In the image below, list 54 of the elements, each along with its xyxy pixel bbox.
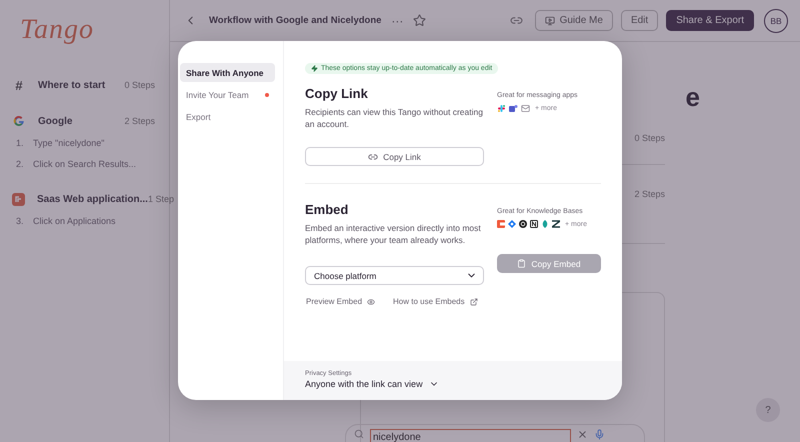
step-label[interactable]: Click on Applications: [33, 216, 116, 226]
section-description: Recipients can view this Tango without creating an account.: [305, 106, 484, 130]
share-export-button[interactable]: Share & Export: [666, 10, 754, 31]
section-description: Embed an interactive version directly into most platforms, where your team already works.: [305, 222, 482, 246]
copy-link-button[interactable]: Copy Link: [305, 147, 484, 166]
teams-icon: [509, 104, 518, 113]
eye-icon: [367, 298, 376, 306]
diamond-icon: [508, 220, 516, 228]
circle-logo-icon: [519, 220, 527, 228]
microphone-icon[interactable]: [594, 429, 605, 440]
step-label[interactable]: Type "nicelydone": [33, 138, 104, 148]
nav-tab[interactable]: Share With Anyone: [180, 63, 275, 82]
guide-icon: [544, 16, 555, 26]
search-input[interactable]: nicelydone: [370, 429, 571, 442]
external-link-icon: [470, 298, 478, 306]
step-number: 2.: [16, 158, 25, 168]
notion-icon: [530, 220, 538, 228]
section-title[interactable]: Where to start: [38, 80, 124, 90]
step-count: 0 Steps: [634, 133, 665, 143]
confluence-icon: [497, 220, 505, 228]
clear-icon[interactable]: [577, 429, 588, 440]
slack-icon: [497, 104, 506, 113]
leaf-icon: [541, 220, 549, 228]
link-icon: [368, 152, 378, 162]
workflow-title: Workflow with Google and Nicelydone: [209, 15, 382, 26]
hash-icon: #: [12, 78, 26, 92]
nav-tab[interactable]: Invite Your Team: [180, 85, 275, 104]
nav-tab[interactable]: Export: [180, 107, 275, 126]
more-icon[interactable]: ···: [391, 14, 404, 28]
step-count: 2 Steps: [634, 189, 665, 199]
guide-me-button[interactable]: Guide Me: [534, 10, 613, 31]
star-icon[interactable]: [413, 14, 426, 27]
page-title: e: [686, 82, 700, 112]
section-title[interactable]: Saas Web application...: [37, 194, 148, 204]
mail-icon: [521, 104, 530, 113]
help-button[interactable]: ?: [756, 398, 780, 422]
step-label[interactable]: Click on Search Results...: [33, 158, 136, 168]
privacy-dropdown[interactable]: Anyone with the link can view: [305, 379, 439, 389]
app-icon: [12, 192, 25, 206]
clipboard-icon: [517, 259, 526, 268]
search-icon: [354, 429, 364, 439]
step-count: 1 Step: [148, 194, 174, 204]
logo: Tango: [19, 14, 96, 46]
google-icon: [13, 115, 25, 127]
step-count: 2 Steps: [124, 116, 155, 126]
avatar[interactable]: BB: [764, 8, 788, 32]
section-heading: Copy Link: [305, 86, 369, 101]
step-number: 3.: [16, 216, 25, 226]
zendesk-icon: [552, 220, 560, 228]
step-count: 0 Steps: [124, 80, 155, 90]
section-title[interactable]: Google: [38, 116, 124, 126]
step-number: 1.: [16, 138, 25, 148]
edit-button[interactable]: Edit: [620, 10, 658, 31]
section-heading: Embed: [305, 202, 350, 217]
